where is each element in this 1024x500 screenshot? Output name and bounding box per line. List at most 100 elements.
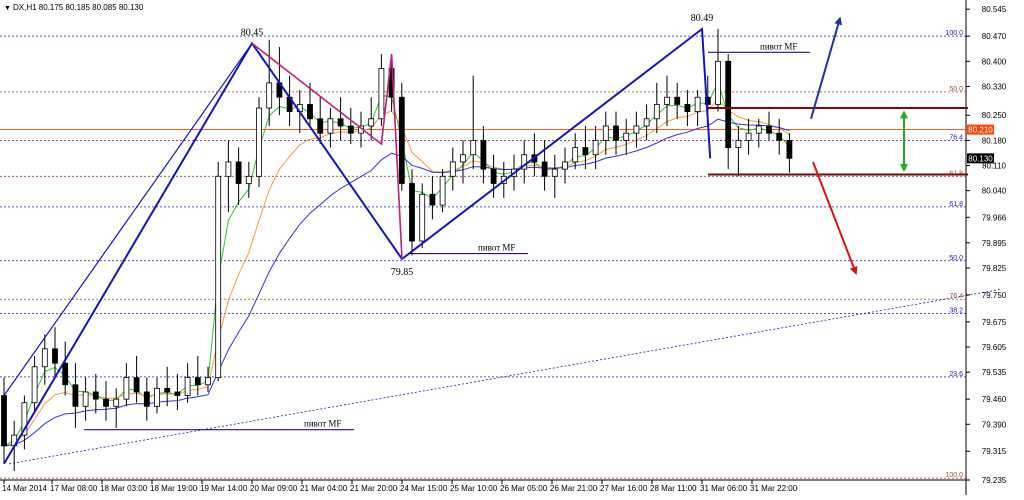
time-tick-label: 19 Mar 14:00 [200, 484, 248, 493]
candle-body [103, 398, 109, 407]
candle-body [755, 125, 762, 134]
fib-level-label: 76.4 [949, 134, 963, 141]
price-tick-label: 79.235 [982, 476, 1007, 485]
pivot-label: пивот MF [760, 41, 797, 51]
peak-label: 80.49 [691, 13, 714, 24]
chart-window[interactable]: 100.050.076.461.861.850.076.438.223.6100… [0, 0, 1024, 495]
fib-level-label: 100.0 [945, 30, 963, 37]
price-marker-label: 80.210 [968, 126, 993, 135]
candle-body [245, 175, 252, 184]
candle-body [715, 60, 721, 105]
candle-body [327, 118, 334, 134]
time-tick-label: 24 Mar 15:00 [400, 484, 448, 493]
time-tick-label: 21 Mar 04:00 [300, 484, 348, 493]
price-tick-label: 80.180 [982, 136, 1007, 145]
time-tick-label: 31 Mar 06:00 [700, 484, 748, 493]
candle-body [113, 398, 120, 407]
candle-body [184, 377, 191, 396]
time-tick-label: 14 Mar 2014 [2, 484, 47, 493]
price-tick-label: 79.675 [982, 318, 1007, 327]
candle-body [429, 193, 436, 206]
candle-body [72, 384, 79, 407]
candle-body [143, 391, 150, 407]
menu-chevron-icon[interactable]: ▼ [4, 5, 11, 12]
candle-body [31, 366, 38, 404]
time-tick-label: 20 Mar 09:00 [250, 484, 298, 493]
candle-body [766, 125, 772, 134]
candle-body [460, 154, 466, 163]
time-tick-label: 18 Mar 19:00 [150, 484, 198, 493]
candle-body [786, 139, 793, 159]
candle-body [470, 139, 477, 156]
time-tick-label: 26 Mar 05:00 [500, 484, 548, 493]
pivot-label: пивот MF [478, 243, 515, 253]
candle-body [92, 391, 99, 400]
candle-body [623, 132, 630, 141]
price-chart[interactable]: 100.050.076.461.861.850.076.438.223.6100… [0, 0, 1024, 495]
candle-body [225, 161, 232, 177]
candle-body [541, 161, 548, 177]
fib-level-label: 50.0 [949, 86, 963, 93]
candle-body [164, 387, 171, 393]
candle-body [735, 139, 742, 148]
current-price-label: 80.130 [968, 154, 993, 163]
price-tick-label: 79.825 [982, 264, 1007, 273]
candle-body [551, 168, 558, 177]
price-tick-label: 79.535 [982, 368, 1007, 377]
candle-body [480, 139, 487, 170]
fib-level-label: 76.4 [949, 293, 963, 300]
candle-body [235, 161, 242, 184]
price-tick-label: 79.390 [982, 420, 1007, 429]
candle-body [674, 96, 681, 105]
candle-body [653, 104, 660, 120]
price-tick-label: 79.460 [982, 395, 1007, 404]
peak-label: 79.85 [391, 267, 414, 278]
price-tick-label: 80.400 [982, 57, 1007, 66]
price-tick-label: 79.750 [982, 291, 1007, 300]
candle-body [215, 175, 222, 378]
candle-body [62, 362, 69, 386]
price-tick-label: 80.545 [982, 5, 1007, 14]
time-tick-label: 25 Mar 10:00 [450, 484, 498, 493]
price-tick-label: 79.966 [982, 213, 1007, 222]
candle-body [490, 168, 497, 184]
time-tick-label: 31 Mar 22:00 [750, 484, 798, 493]
time-tick-label: 17 Mar 08:00 [50, 484, 98, 493]
candle-body [643, 118, 650, 127]
candle-body [572, 147, 579, 163]
candle-body [776, 132, 783, 141]
candle-body [633, 125, 640, 134]
candle-body [256, 107, 262, 177]
price-tick-label: 80.470 [982, 32, 1007, 41]
time-tick-label: 21 Mar 20:00 [350, 484, 398, 493]
candle-body [194, 377, 201, 386]
time-tick-label: 28 Mar 11:00 [650, 484, 697, 493]
candle-body [337, 118, 344, 127]
candle-body [368, 118, 375, 127]
candle-body [398, 96, 405, 184]
candle-body [684, 104, 691, 113]
candle-body [613, 125, 619, 141]
price-tick-label: 79.605 [982, 343, 1007, 352]
candle-body [419, 193, 426, 242]
price-tick-label: 80.250 [982, 111, 1007, 120]
candle-body [449, 161, 456, 177]
candle-body [123, 377, 130, 400]
fib-level-label: 100.0 [945, 472, 963, 479]
candle-body [317, 118, 324, 134]
candle-body [1, 395, 7, 447]
price-tick-label: 80.330 [982, 82, 1007, 91]
candle-body [266, 82, 273, 109]
candle-body [592, 139, 599, 156]
fib-level-label: 23.6 [949, 371, 963, 378]
candle-body [205, 377, 211, 386]
time-tick-label: 26 Mar 21:00 [550, 484, 598, 493]
chart-title-bar: ▼ DX,H1 80.175 80.185 80.085 80.130 [4, 3, 144, 12]
peak-label: 80.45 [241, 27, 264, 38]
candle-body [307, 104, 313, 120]
fib-level-label: 50.0 [949, 255, 963, 262]
price-tick-label: 80.040 [982, 187, 1007, 196]
candle-body [174, 391, 181, 396]
pivot-label: пивот MF [304, 419, 341, 429]
candle-body [602, 125, 609, 141]
